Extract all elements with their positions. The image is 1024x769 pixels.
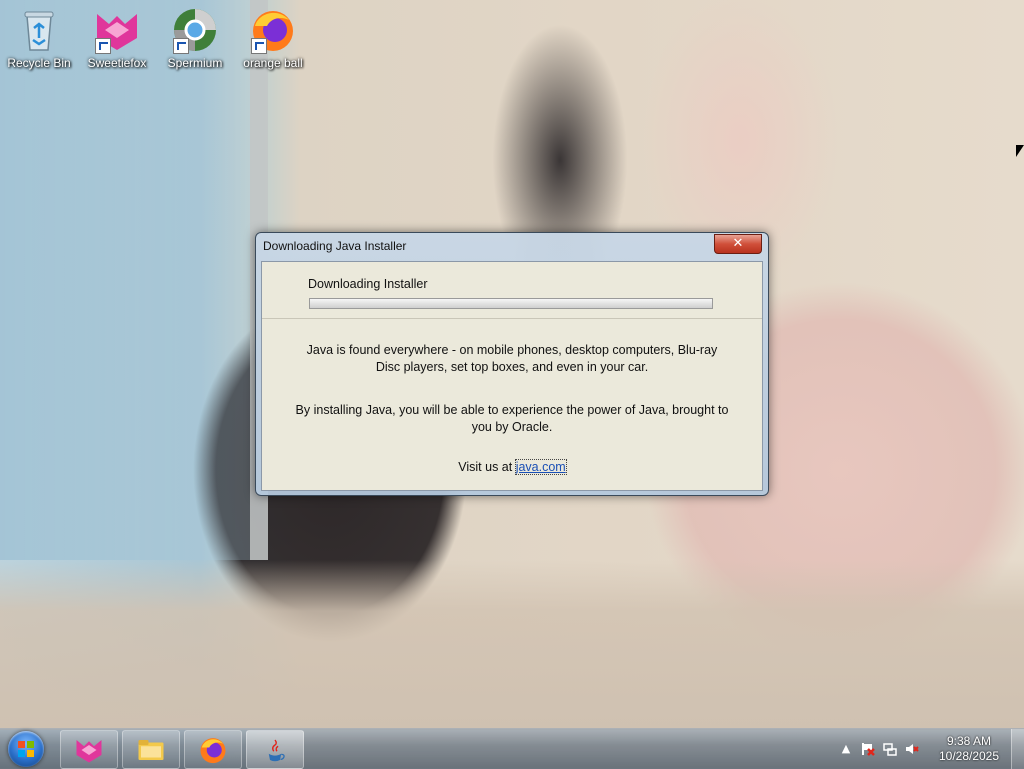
taskbar-button-sweetiefox[interactable] [60,730,118,769]
firefox-icon [249,6,297,54]
file-explorer-icon [138,740,164,760]
taskbar-button-file-explorer[interactable] [122,730,180,769]
dialog-body: Downloading Installer Java is found ever… [261,261,763,491]
download-status-panel: Downloading Installer [262,262,762,319]
network-icon[interactable] [883,742,897,756]
desktop-icon-sweetiefox[interactable]: Sweetiefox [78,6,156,70]
system-tray: ▲ 9:38 AM 10/28/2025 [839,729,1024,769]
download-progress-bar [309,298,713,309]
clock-time: 9:38 AM [946,734,992,748]
shortcut-arrow-icon [173,38,189,54]
desktop-icon-orange-ball[interactable]: orange ball [234,6,312,70]
desktop-icon-label: Recycle Bin [7,56,71,70]
desktop-icon-label: Spermium [167,56,223,70]
desktop-icon-label: Sweetiefox [87,56,147,70]
taskbar-button-java[interactable] [246,730,304,769]
desktop-icon-recycle-bin[interactable]: Recycle Bin [0,6,78,70]
taskbar-clock[interactable]: 9:38 AM 10/28/2025 [934,734,1004,764]
show-desktop-button[interactable] [1011,729,1024,769]
close-button[interactable]: ✕ [714,234,762,254]
info-paragraph-1: Java is found everywhere - on mobile pho… [282,342,742,376]
java-com-link[interactable]: java.com [514,459,567,475]
spermium-icon [171,6,219,54]
info-line: By installing Java, you will be able to … [295,403,729,417]
desktop-icon-label: orange ball [243,56,303,70]
visit-prefix: Visit us at [458,460,516,474]
wallpaper-floor [0,560,1024,730]
shortcut-arrow-icon [251,38,267,54]
taskbar-button-firefox[interactable] [184,730,242,769]
progress-fill [310,299,712,308]
download-status-label: Downloading Installer [308,277,428,291]
sweetiefox-icon [76,740,102,763]
windows-logo-icon [18,741,34,757]
info-line: Java is found everywhere - on mobile pho… [306,343,718,357]
visit-line: Visit us at java.com [282,459,742,476]
action-center-flag-icon[interactable] [861,742,875,756]
java-icon [268,739,285,762]
shortcut-arrow-icon [95,38,111,54]
java-installer-dialog: Downloading Java Installer ✕ Downloading… [255,232,769,496]
info-line: you by Oracle. [471,420,553,434]
start-button[interactable] [8,731,44,767]
show-hidden-icons-icon[interactable]: ▲ [839,742,853,756]
recycle-bin-icon [15,6,63,54]
info-line: Disc players, set top boxes, and even in… [375,360,649,374]
wallpaper-window-frame [0,0,268,560]
firefox-icon [200,738,226,764]
mouse-cursor-icon [1016,145,1024,157]
sweetiefox-icon [93,6,141,54]
info-paragraph-2: By installing Java, you will be able to … [282,402,742,436]
volume-muted-icon[interactable] [905,742,919,756]
taskbar: ▲ 9:38 AM 10/28/2025 [0,728,1024,769]
clock-date: 10/28/2025 [938,749,1000,763]
dialog-title: Downloading Java Installer [263,239,407,253]
desktop-icon-spermium[interactable]: Spermium [156,6,234,70]
